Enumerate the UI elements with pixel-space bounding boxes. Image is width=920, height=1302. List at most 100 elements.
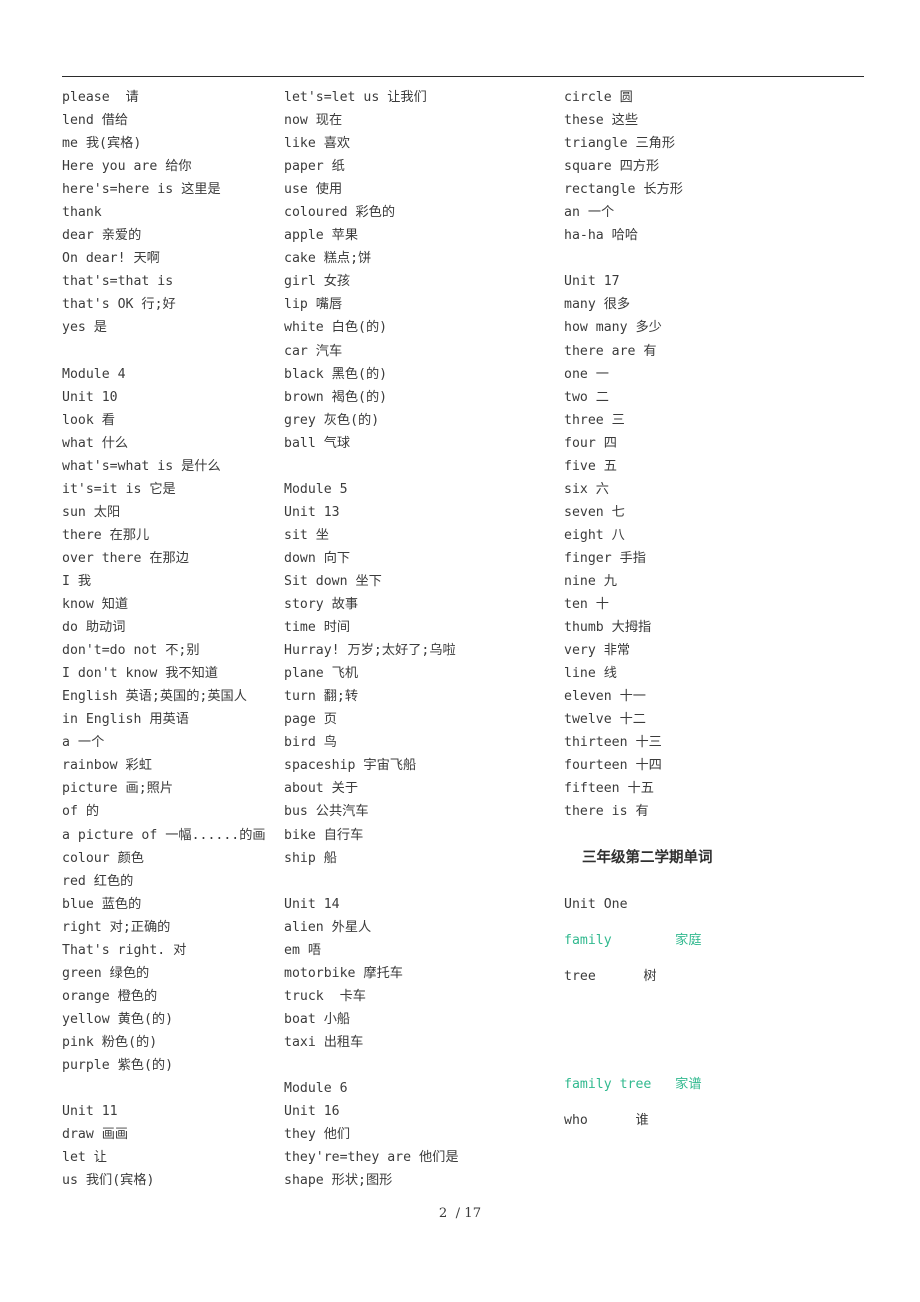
vocab-entry: square 四方形 [564, 159, 660, 175]
vocab-entry: lip 嘴唇 [284, 297, 343, 313]
vocab-entry: Unit 14 [284, 896, 340, 912]
entry-spacer [564, 995, 920, 1031]
vocab-entry: turn 翻;转 [284, 689, 359, 705]
vocab-entry: eight 八 [564, 527, 625, 543]
vocab-entry: fourteen 十四 [564, 758, 662, 774]
vocab-entry: there are 有 [564, 343, 657, 359]
vocab-entry: do 助动词 [62, 620, 126, 636]
vocab-entry: English 英语;英国的;英国人 [62, 689, 247, 705]
vocab-entry: picture 画;照片 [62, 781, 174, 797]
vocab-entry: thirteen 十三 [564, 735, 662, 751]
vocab-entry: I 我 [62, 573, 92, 589]
entry-spacer [284, 455, 554, 478]
vocab-entry: Module 4 [62, 366, 126, 382]
vocab-entry: how many 多少 [564, 320, 662, 336]
vocab-entry: nine 九 [564, 573, 617, 589]
vocab-entry: car 汽车 [284, 343, 343, 359]
vocab-entry: On dear! 天啊 [62, 251, 160, 267]
vocab-entry: ball 气球 [284, 435, 351, 451]
vocab-entry: like 喜欢 [284, 136, 351, 152]
vocab-entry: apple 苹果 [284, 228, 359, 244]
vocab-entry: paper 纸 [284, 159, 345, 175]
vocab-entry: there is 有 [564, 804, 649, 820]
vocab-entry: tree 树 [564, 968, 657, 984]
vocab-entry: a picture of 一幅......的画 [62, 827, 266, 843]
vocab-entry: that's=that is [62, 274, 174, 290]
vocab-entry: Here you are 给你 [62, 159, 192, 175]
vocab-entry: Module 6 [284, 1081, 348, 1097]
vocab-entry: Sit down 坐下 [284, 573, 382, 589]
vocab-entry: white 白色(的) [284, 320, 388, 336]
vocab-entry: many 很多 [564, 297, 631, 313]
vocab-entry: rainbow 彩虹 [62, 758, 152, 774]
vocab-entry: about 关于 [284, 781, 359, 797]
vocab-entry: rectangle 长方形 [564, 182, 683, 198]
vocab-entry: what 什么 [62, 435, 129, 451]
vocab-entry: ha-ha 哈哈 [564, 228, 639, 244]
vocab-entry: shape 形状;图形 [284, 1173, 393, 1189]
vocab-entry: let 让 [62, 1150, 107, 1166]
vocab-entry: two 二 [564, 389, 609, 405]
column-middle: let's=let us 让我们 now 现在 like 喜欢 paper 纸 use … [277, 86, 554, 1192]
vocab-entry: triangle 三角形 [564, 136, 676, 152]
vocab-entry: Unit 13 [284, 504, 340, 520]
entry-spacer [564, 247, 920, 270]
vocab-entry: there 在那儿 [62, 527, 150, 543]
column-left: please 请 lend 借给 me 我(宾格) Here you are 给你 he… [0, 86, 277, 1192]
vocab-entry: who 谁 [564, 1112, 649, 1128]
vocab-entry: twelve 十二 [564, 712, 646, 728]
vocab-entry: very 非常 [564, 643, 631, 659]
vocab-entry: page 页 [284, 712, 337, 728]
vocab-entry: Unit 16 [284, 1104, 340, 1120]
vocab-entry: bike 自行车 [284, 827, 364, 843]
vocab-entry: here's=here is 这里是 [62, 182, 221, 198]
vocab-entry: grey 灰色(的) [284, 412, 380, 428]
vocab-entry: thumb 大拇指 [564, 620, 652, 636]
vocab-entry: five 五 [564, 458, 617, 474]
vocab-entry: coloured 彩色的 [284, 205, 396, 221]
column-right-main: circle 圆 these 这些 triangle 三角形 square 四方形 re… [564, 86, 920, 824]
vocab-entry: me 我(宾格) [62, 136, 142, 152]
vocab-entry: lend 借给 [62, 113, 129, 129]
vocab-entry: ship 船 [284, 850, 337, 866]
vocab-entry: look 看 [62, 412, 115, 428]
vocab-entry: that's OK 行;好 [62, 297, 176, 313]
vocab-entry: circle 圆 [564, 90, 633, 105]
vocab-entry: it's=it is 它是 [62, 481, 176, 497]
vocab-entry: cake 糕点;饼 [284, 251, 372, 267]
vocab-entry: taxi 出租车 [284, 1034, 364, 1050]
vocab-entry: of 的 [62, 804, 100, 820]
vocab-entry: right 对;正确的 [62, 919, 171, 935]
vocab-entry: over there 在那边 [62, 550, 189, 566]
vocab-entry: use 使用 [284, 182, 343, 198]
vocab-entry: three 三 [564, 412, 625, 428]
vocab-entry: don't=do not 不;别 [62, 643, 200, 659]
vocab-entry: That's right. 对 [62, 942, 187, 958]
vocab-entry: a 一个 [62, 735, 105, 751]
vocab-entry: family 家庭 [564, 932, 702, 948]
vocab-entry: sit 坐 [284, 527, 329, 543]
vocab-entry: thank [62, 205, 102, 221]
vocab-entry: eleven 十一 [564, 689, 646, 705]
vocab-entry: line 线 [564, 666, 617, 682]
vocab-entry: story 故事 [284, 597, 359, 613]
vocab-entry: know 知道 [62, 597, 129, 613]
entry-spacer [62, 1077, 277, 1100]
entry-spacer [62, 340, 277, 363]
document-page: please 请 lend 借给 me 我(宾格) Here you are 给你 he… [0, 0, 920, 1302]
vocab-entry: boat 小船 [284, 1011, 351, 1027]
page-number: 2 / 17 [438, 1206, 482, 1221]
vocab-entry: red 红色的 [62, 873, 134, 889]
entry-spacer [564, 1031, 920, 1067]
vocab-entry: ten 十 [564, 597, 609, 613]
vocab-entry: brown 褐色(的) [284, 389, 388, 405]
vocab-entry: six 六 [564, 481, 609, 497]
vocab-entry: green 绿色的 [62, 965, 150, 981]
vocab-entry: let's=let us 让我们 [284, 90, 427, 105]
vocab-entry: they're=they are 他们是 [284, 1150, 459, 1166]
vocab-entry: girl 女孩 [284, 274, 351, 290]
vocab-entry: now 现在 [284, 113, 343, 129]
vocab-entry: truck 卡车 [284, 988, 366, 1004]
vocab-entry: motorbike 摩托车 [284, 965, 403, 981]
